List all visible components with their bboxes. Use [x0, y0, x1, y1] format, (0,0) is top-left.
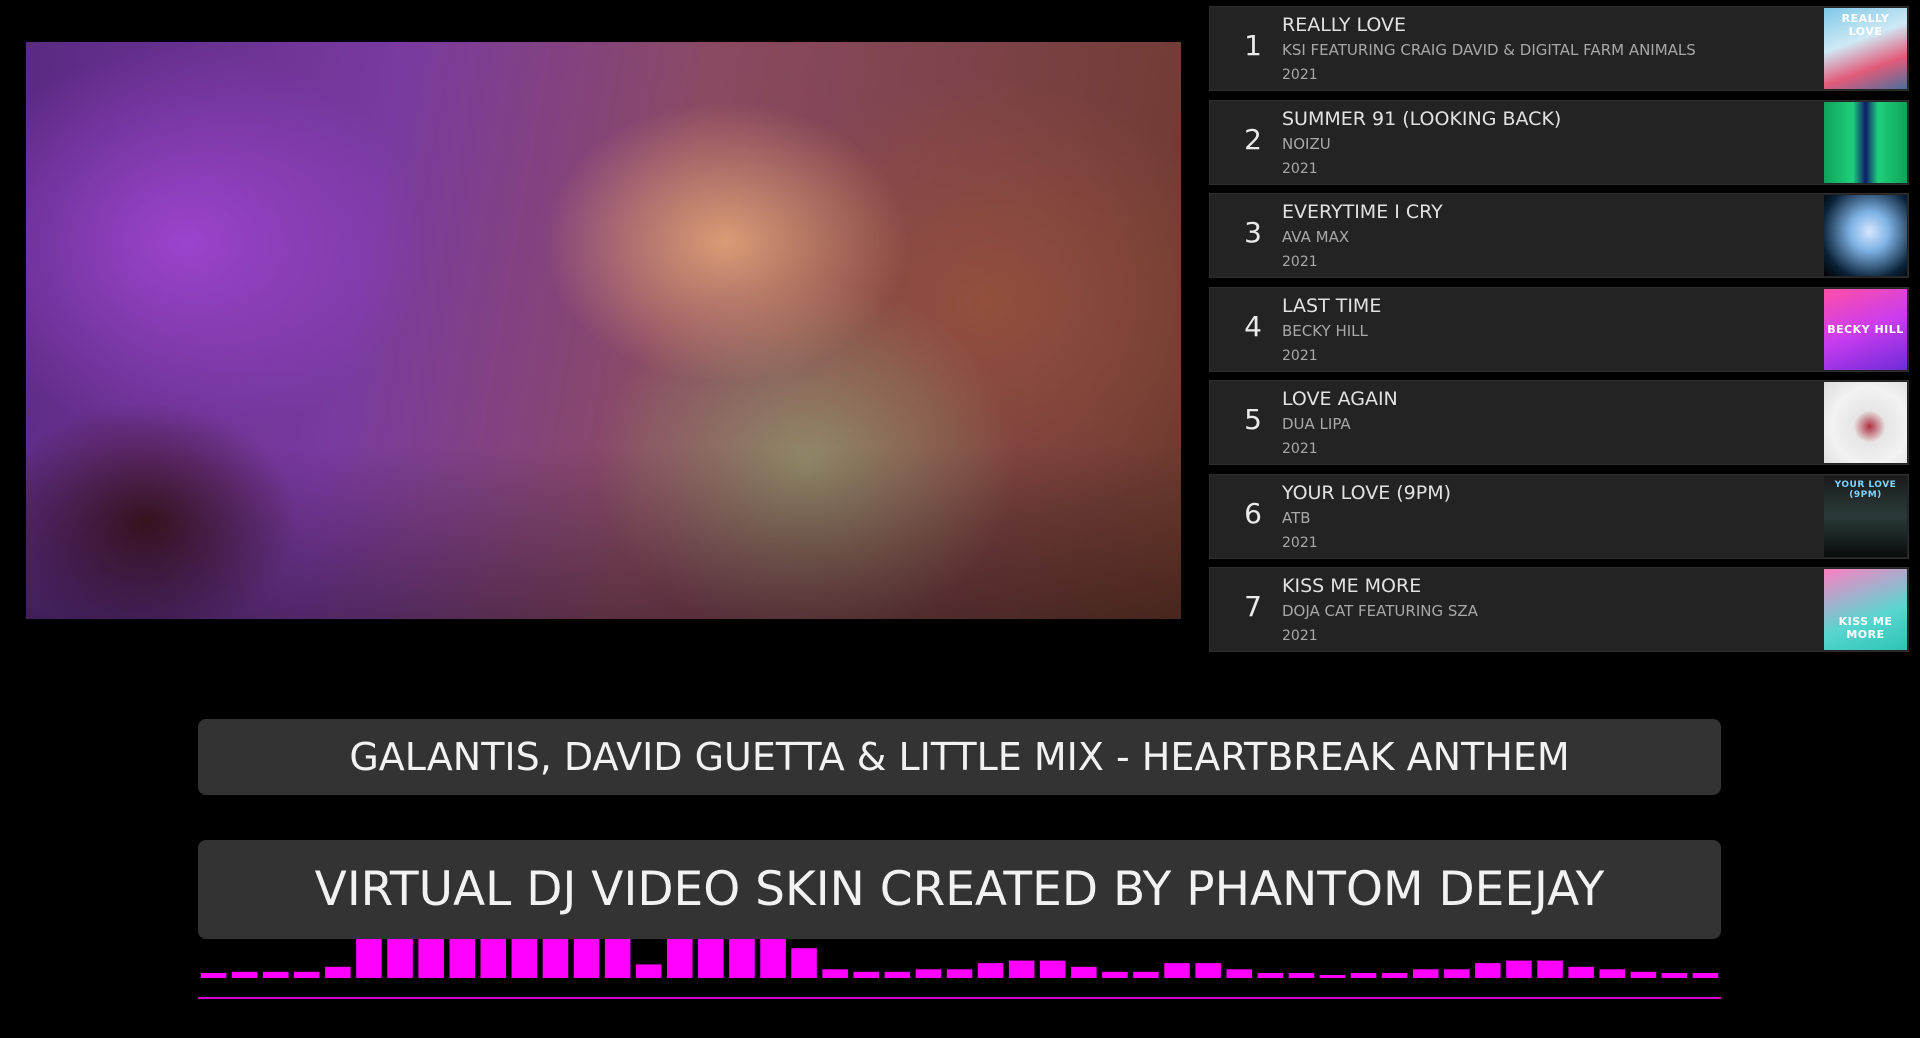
now-playing-banner: GALANTIS, DAVID GUETTA & LITTLE MIX - HE…	[198, 719, 1721, 795]
spectrum-bar	[325, 966, 351, 978]
spectrum-bar	[915, 969, 942, 978]
video-skin-stage: 1 REALLY LOVE KSI FEATURING CRAIG DAVID …	[0, 0, 1920, 1038]
spectrum-bar	[1040, 960, 1066, 978]
spectrum-bar	[1164, 963, 1190, 978]
album-art	[1824, 195, 1907, 276]
spectrum-bar	[1350, 973, 1377, 978]
spectrum-bar	[1319, 975, 1346, 978]
track-artist: AVA MAX	[1282, 228, 1350, 246]
track-title: SUMMER 91 (LOOKING BACK)	[1282, 107, 1562, 130]
spectrum-bar	[946, 969, 973, 978]
spectrum-bar	[263, 971, 289, 978]
spectrum-bar	[1475, 963, 1501, 978]
track-artist: BECKY HILL	[1282, 321, 1368, 340]
album-art-text: KISS ME MORE	[1838, 615, 1893, 641]
album-art	[1824, 382, 1907, 463]
spectrum-bar	[1133, 971, 1159, 978]
playlist-item[interactable]: 1 REALLY LOVE KSI FEATURING CRAIG DAVID …	[1209, 6, 1909, 91]
spectrum-bar	[1537, 960, 1563, 978]
spectrum-bar	[1568, 966, 1594, 978]
playlist-item[interactable]: 2 SUMMER 91 (LOOKING BACK) NOIZU 2021	[1209, 99, 1909, 185]
spectrum-bar	[1288, 973, 1315, 978]
track-number: 2	[1244, 122, 1262, 156]
video-shade	[26, 42, 1181, 619]
spectrum-bar	[200, 973, 227, 978]
spectrum-bar	[1506, 960, 1532, 978]
playlist-item[interactable]: 6 YOUR LOVE (9PM) ATB 2021 YOUR LOVE (9P…	[1209, 473, 1909, 559]
track-year: 2021	[1282, 254, 1318, 270]
album-art: BECKY HILL	[1824, 288, 1907, 370]
album-art: REALLY LOVE	[1824, 8, 1907, 89]
track-title: EVERYTIME I CRY	[1282, 201, 1443, 223]
playlist-item[interactable]: 4 LAST TIME BECKY HILL 2021 BECKY HILL	[1209, 286, 1909, 372]
track-title: LAST TIME	[1282, 294, 1382, 317]
track-title: LOVE AGAIN	[1282, 388, 1398, 410]
track-title: REALLY LOVE	[1282, 14, 1407, 36]
album-art: KISS ME MORE	[1824, 569, 1907, 650]
spectrum-bar	[635, 964, 662, 978]
track-artist: DUA LIPA	[1282, 415, 1351, 433]
spectrum-bar	[822, 969, 848, 978]
spectrum-bar	[884, 971, 911, 978]
track-number: 4	[1244, 309, 1262, 343]
track-number: 5	[1244, 403, 1262, 436]
track-year: 2021	[1282, 534, 1318, 551]
spectrum-bar	[1444, 969, 1470, 978]
track-artist: ATB	[1282, 508, 1311, 527]
spectrum-bar	[1008, 960, 1035, 978]
track-number: 6	[1244, 496, 1262, 530]
track-artist: KSI FEATURING CRAIG DAVID & DIGITAL FARM…	[1282, 41, 1696, 59]
spectrum-bar	[1226, 969, 1252, 978]
spectrum-bar	[1413, 969, 1439, 978]
spectrum-bar	[604, 934, 631, 978]
track-year: 2021	[1282, 628, 1318, 644]
playlist-item[interactable]: 7 KISS ME MORE DOJA CAT FEATURING SZA 20…	[1209, 567, 1909, 652]
spectrum-bar	[1102, 971, 1128, 978]
album-art: YOUR LOVE (9PM)	[1824, 475, 1907, 557]
spectrum-bar	[1630, 971, 1657, 978]
track-title: YOUR LOVE (9PM)	[1282, 481, 1452, 504]
spectrum-bar	[1661, 973, 1688, 978]
spectrum-bar	[667, 934, 693, 978]
track-year: 2021	[1282, 441, 1318, 457]
album-art-text: YOUR LOVE (9PM)	[1834, 479, 1897, 500]
spectrum-bar	[1599, 969, 1625, 978]
track-year: 2021	[1282, 347, 1318, 364]
track-artist: NOIZU	[1282, 134, 1331, 153]
video-output	[26, 42, 1181, 619]
track-year: 2021	[1282, 67, 1318, 83]
spectrum-bar	[853, 971, 879, 978]
track-year: 2021	[1282, 160, 1318, 177]
spectrum-bar	[231, 971, 258, 978]
spectrum-bar	[1257, 973, 1284, 978]
credit-banner: VIRTUAL DJ VIDEO SKIN CREATED BY PHANTOM…	[198, 840, 1721, 939]
track-number: 3	[1244, 216, 1262, 249]
spectrum-bar	[791, 948, 817, 978]
spectrum-bar	[1195, 963, 1221, 978]
spectrum-bar	[1692, 973, 1719, 978]
spectrum-bar	[294, 971, 320, 978]
track-title: KISS ME MORE	[1282, 575, 1422, 597]
album-art-text: REALLY LOVE	[1841, 12, 1890, 38]
spectrum-bar	[977, 963, 1004, 978]
track-number: 7	[1244, 590, 1262, 623]
track-artist: DOJA CAT FEATURING SZA	[1282, 602, 1478, 620]
playlist-item[interactable]: 5 LOVE AGAIN DUA LIPA 2021	[1209, 380, 1909, 465]
spectrum-bar	[1381, 973, 1408, 978]
track-number: 1	[1244, 29, 1262, 62]
album-art	[1824, 101, 1907, 183]
spectrum-baseline	[198, 997, 1721, 999]
playlist-item[interactable]: 3 EVERYTIME I CRY AVA MAX 2021	[1209, 193, 1909, 278]
spectrum-bar	[1071, 966, 1097, 978]
upcoming-playlist: 1 REALLY LOVE KSI FEATURING CRAIG DAVID …	[1209, 6, 1909, 661]
album-art-text: BECKY HILL	[1827, 322, 1904, 336]
spectrum-bar	[449, 938, 475, 978]
